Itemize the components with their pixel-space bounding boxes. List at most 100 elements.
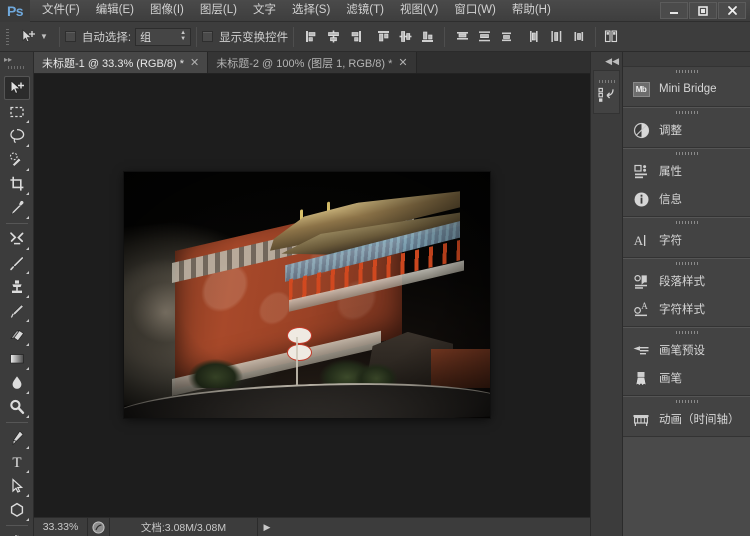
auto-select-dropdown[interactable]: 组 ▲ ▼ [135,27,192,46]
align-vertical-centers-button[interactable] [395,27,415,47]
document-canvas[interactable] [124,172,490,418]
menu-select[interactable]: 选择(S) [284,1,338,20]
photoshop-window: Ps 文件(F) 编辑(E) 图像(I) 图层(L) 文字 选择(S) 滤镜(T… [0,0,750,536]
panel-group-styles: 段落样式 A 字符样式 [623,258,750,327]
minimize-button[interactable] [660,2,688,19]
collapsed-dock-rail: ◀◀ [590,52,623,536]
distribute-vertical-centers-button[interactable] [474,27,494,47]
menu-filter[interactable]: 滤镜(T) [338,1,392,20]
align-bottom-edges-button[interactable] [417,27,437,47]
menu-edit[interactable]: 编辑(E) [88,1,142,20]
auto-select-checkbox[interactable] [64,31,76,42]
rectangular-marquee-tool[interactable] [4,100,30,124]
panel-item-properties[interactable]: 属性 [623,157,750,185]
move-tool[interactable] [3,76,30,100]
document-tab-1-title: 未标题-1 @ 33.3% (RGB/8) * [42,57,184,70]
tools-divider-1 [5,223,28,224]
healing-brush-icon [9,232,23,245]
panel-group-grip[interactable] [623,397,750,405]
properties-icon [632,162,650,180]
lasso-tool[interactable] [4,124,30,148]
preview-icon[interactable] [88,517,110,536]
panel-item-brush[interactable]: 画笔 [623,364,750,392]
paragraph-styles-icon [632,272,650,290]
panel-item-animation-timeline[interactable]: 动画（时间轴） [623,405,750,433]
panel-item-mini-bridge[interactable]: Mb Mini Bridge [623,75,750,103]
brush-icon [9,256,24,271]
status-menu-arrow-icon[interactable]: ▶ [258,518,276,536]
menu-view[interactable]: 视图(V) [392,1,446,20]
dodge-tool[interactable] [4,395,30,419]
blur-tool[interactable] [4,371,30,395]
panel-group-grip[interactable] [623,328,750,336]
close-icon[interactable]: ✕ [398,57,407,68]
panel-item-label: 画笔 [659,373,682,385]
mini-bridge-icon: Mb [632,80,650,98]
panel-item-character-styles[interactable]: A 字符样式 [623,295,750,323]
panel-group-grip[interactable] [623,218,750,226]
horizontal-type-tool[interactable]: T [4,450,30,474]
tool-preset-picker[interactable]: ▼ [14,22,54,52]
panel-group-grip[interactable] [623,259,750,267]
brush-tool[interactable] [4,251,30,275]
eyedropper-tool[interactable] [4,196,30,220]
document-tab-2[interactable]: 未标题-2 @ 100% (图层 1, RGB/8) * ✕ [208,52,417,73]
history-actions-panel-button[interactable] [593,70,620,114]
eraser-tool[interactable] [4,323,30,347]
align-left-edges-button[interactable] [301,27,321,47]
close-button[interactable] [718,2,746,19]
hand-tool[interactable] [4,529,30,536]
rail-collapse-button[interactable]: ◀◀ [591,52,622,70]
panel-group-grip[interactable] [623,67,750,75]
panel-item-brush-presets[interactable]: 画笔预设 [623,336,750,364]
document-tab-2-title: 未标题-2 @ 100% (图层 1, RGB/8) * [216,57,393,70]
panel-group-grip[interactable] [623,108,750,116]
panel-item-character[interactable]: A 字符 [623,226,750,254]
align-top-edges-button[interactable] [373,27,393,47]
panel-dock: Mb Mini Bridge 调整 属性 信息 A 字符 段落样式 A 字符样式… [623,52,750,536]
zoom-level-field[interactable]: 33.33% [34,517,88,536]
animation-timeline-icon [632,410,650,428]
quick-selection-tool[interactable] [4,148,30,172]
auto-align-layers-button[interactable] [601,27,621,47]
show-transform-controls-checkbox[interactable] [202,31,214,42]
menu-layer[interactable]: 图层(L) [192,1,245,20]
menu-file[interactable]: 文件(F) [34,1,88,20]
polygon-shape-tool[interactable] [4,498,30,522]
align-horizontal-centers-button[interactable] [323,27,343,47]
tools-panel-grip[interactable] [0,66,33,76]
gradient-tool[interactable] [4,347,30,371]
tools-panel: ▸▸ T [0,52,34,536]
close-icon[interactable]: ✕ [190,57,199,68]
clone-stamp-tool[interactable] [4,275,30,299]
document-tab-1[interactable]: 未标题-1 @ 33.3% (RGB/8) * ✕ [34,52,209,73]
panel-item-info[interactable]: 信息 [623,185,750,213]
distribute-left-edges-button[interactable] [524,27,544,47]
menu-help[interactable]: 帮助(H) [504,1,559,20]
crop-tool[interactable] [4,172,30,196]
panel-item-paragraph-styles[interactable]: 段落样式 [623,267,750,295]
panel-item-adjustments[interactable]: 调整 [623,116,750,144]
panel-group-adjustments: 调整 [623,107,750,148]
path-selection-tool[interactable] [4,474,30,498]
move-tool-icon [10,80,24,94]
type-icon: T [12,455,21,471]
maximize-button[interactable] [689,2,717,19]
panel-grip[interactable] [598,80,615,83]
menu-type[interactable]: 文字 [245,1,284,20]
options-bar-grip[interactable] [0,22,14,52]
distribute-top-edges-button[interactable] [452,27,472,47]
align-right-edges-button[interactable] [345,27,365,47]
pen-tool[interactable] [4,426,30,450]
distribute-horizontal-centers-button[interactable] [546,27,566,47]
canvas-area[interactable] [34,74,590,517]
distribute-right-edges-button[interactable] [568,27,588,47]
menu-window[interactable]: 窗口(W) [446,1,504,20]
distribute-bottom-edges-button[interactable] [496,27,516,47]
menu-image[interactable]: 图像(I) [142,1,192,20]
spot-healing-brush-tool[interactable] [4,227,30,251]
tools-expand-button[interactable]: ▸▸ [0,52,33,66]
info-icon [632,190,650,208]
panel-group-grip[interactable] [623,149,750,157]
history-brush-tool[interactable] [4,299,30,323]
